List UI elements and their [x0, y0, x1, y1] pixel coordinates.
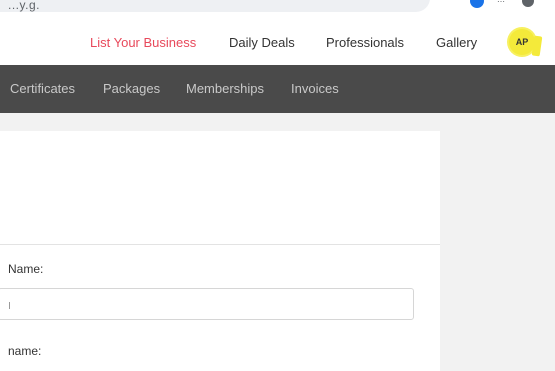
highlight-mark [531, 35, 543, 57]
avatar[interactable]: AP [509, 29, 535, 55]
top-nav: List Your Business Daily Deals Professio… [0, 18, 555, 65]
gallery-link[interactable]: Gallery [436, 35, 477, 50]
profile-icon[interactable] [470, 0, 484, 8]
address-text: ...y.g. [8, 0, 40, 12]
last-name-label: name: [8, 344, 42, 358]
professionals-link[interactable]: Professionals [326, 35, 404, 50]
browser-toolbar: ...y.g. ⋯ [0, 0, 555, 18]
menu-icon[interactable] [522, 0, 534, 7]
extensions-icon[interactable]: ⋯ [497, 0, 505, 6]
sub-nav-memberships[interactable]: Memberships [186, 81, 264, 96]
card-divider [0, 244, 440, 245]
list-your-business-link[interactable]: List Your Business [90, 35, 196, 50]
sub-nav-packages[interactable]: Packages [103, 81, 160, 96]
daily-deals-link[interactable]: Daily Deals [229, 35, 295, 50]
sub-nav-certificates[interactable]: Certificates [10, 81, 75, 96]
profile-form-card: Name: name: [0, 131, 440, 371]
sub-nav: Certificates Packages Memberships Invoic… [0, 65, 555, 113]
first-name-field[interactable] [0, 288, 414, 320]
address-bar[interactable]: ...y.g. [0, 0, 430, 12]
first-name-label: Name: [8, 262, 44, 276]
sub-nav-invoices[interactable]: Invoices [291, 81, 339, 96]
text-cursor [9, 302, 10, 309]
